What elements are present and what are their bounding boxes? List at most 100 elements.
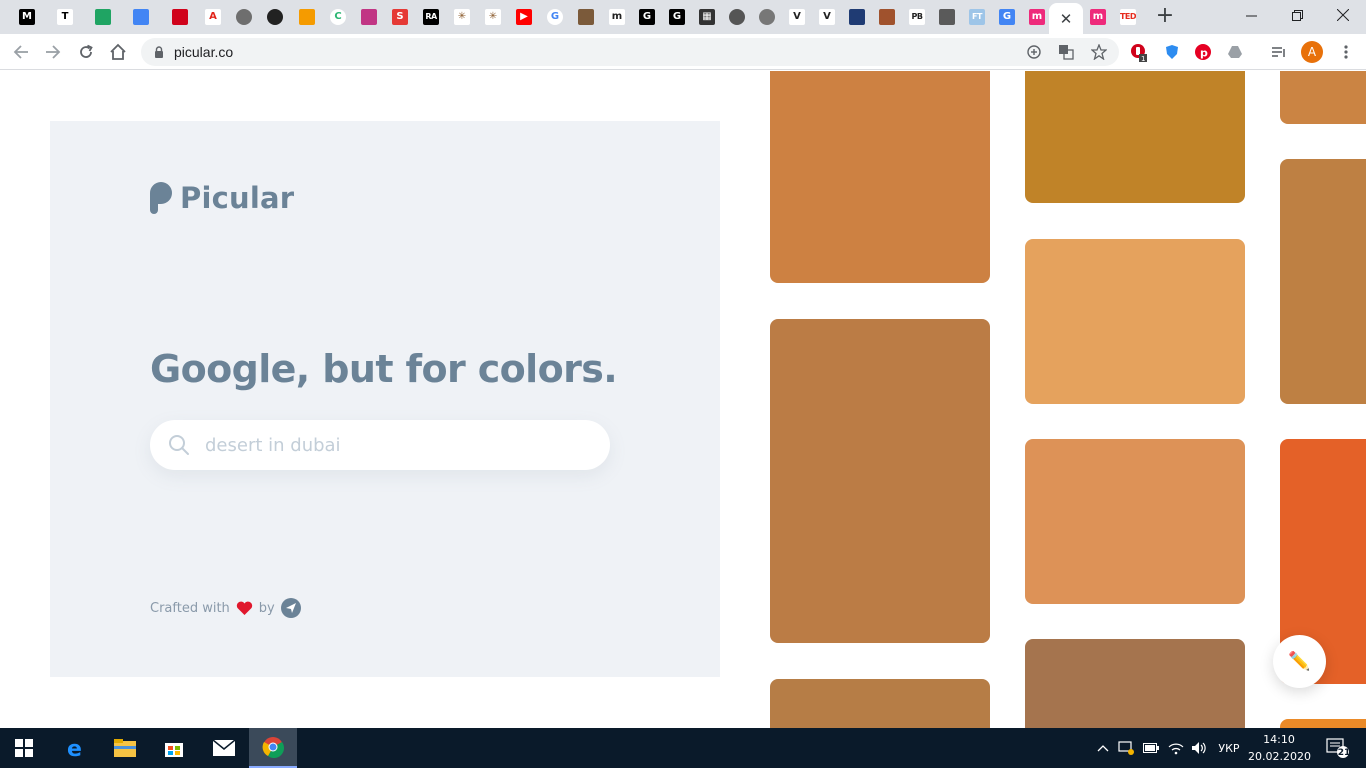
search-input[interactable] xyxy=(205,420,595,470)
pb-icon: PB xyxy=(909,9,925,25)
url-text[interactable]: picular.co xyxy=(174,44,233,60)
browser-tab[interactable]: ✳ xyxy=(448,3,476,31)
color-swatch[interactable] xyxy=(1025,639,1245,728)
browser-tab[interactable] xyxy=(293,3,321,31)
taskbar-edge[interactable]: e xyxy=(53,728,101,768)
browser-tab[interactable]: T xyxy=(51,3,79,31)
reading-list-button[interactable] xyxy=(1267,40,1291,64)
edit-fab-button[interactable]: ✏️ xyxy=(1273,635,1326,688)
browser-tab[interactable]: RA xyxy=(417,3,445,31)
reload-button[interactable] xyxy=(74,40,98,64)
picular-page: Picular Google, but for colors. Crafted … xyxy=(0,71,1366,728)
close-window-button[interactable] xyxy=(1320,0,1366,30)
start-button[interactable] xyxy=(0,728,48,768)
reload-icon xyxy=(80,44,93,58)
taskbar-store[interactable] xyxy=(150,728,198,768)
browser-tab[interactable] xyxy=(127,3,155,31)
home-button[interactable] xyxy=(106,40,130,64)
edge-icon: e xyxy=(67,737,82,759)
browser-tab[interactable]: G xyxy=(993,3,1021,31)
search-bar[interactable] xyxy=(150,420,610,470)
browser-tab[interactable] xyxy=(723,3,751,31)
minimize-button[interactable] xyxy=(1228,0,1274,30)
forward-button[interactable] xyxy=(41,40,65,64)
color-swatch[interactable] xyxy=(1280,71,1366,124)
browser-menu-button[interactable] xyxy=(1334,40,1358,64)
color-swatch[interactable] xyxy=(1280,159,1366,404)
restore-button[interactable] xyxy=(1274,0,1320,30)
browser-tab[interactable]: ✳ xyxy=(479,3,507,31)
browser-tab[interactable]: ▶ xyxy=(510,3,538,31)
action-center-button[interactable]: 21 xyxy=(1318,728,1358,768)
shield-extension[interactable] xyxy=(1160,40,1184,64)
color-swatch[interactable] xyxy=(1280,719,1366,728)
browser-tab[interactable]: ▦ xyxy=(693,3,721,31)
browser-tab[interactable]: TED xyxy=(1114,3,1142,31)
drive-extension[interactable] xyxy=(1223,40,1247,64)
crafted-credit: Crafted with by xyxy=(150,598,301,618)
add-to-page-icon[interactable] xyxy=(1027,45,1041,59)
color-swatch[interactable] xyxy=(1025,71,1245,203)
address-bar[interactable]: picular.co xyxy=(141,38,1119,66)
picture-icon xyxy=(578,9,594,25)
browser-tab[interactable] xyxy=(89,3,117,31)
profile-avatar[interactable]: A xyxy=(1300,40,1324,64)
adblock-extension[interactable]: 1 xyxy=(1127,40,1151,64)
taskbar-clock[interactable]: 14:10 20.02.2020 xyxy=(1248,731,1311,765)
google-drive-icon xyxy=(95,9,111,25)
browser-tab[interactable]: G xyxy=(663,3,691,31)
rocket-logo-icon[interactable] xyxy=(280,598,301,618)
photo-icon xyxy=(939,9,955,25)
browser-tab[interactable]: m xyxy=(1023,3,1051,31)
picular-logo[interactable]: Picular xyxy=(150,181,294,215)
color-swatch[interactable] xyxy=(770,679,990,728)
browser-tab[interactable]: M xyxy=(13,3,41,31)
playlist-icon xyxy=(1272,47,1285,57)
tray-wifi[interactable] xyxy=(1166,728,1186,768)
slides-icon: S xyxy=(392,9,408,25)
browser-tab[interactable]: C xyxy=(324,3,352,31)
adblock-icon: 1 xyxy=(1131,44,1147,62)
colorful-c-icon: C xyxy=(330,9,346,25)
tray-volume[interactable] xyxy=(1189,728,1209,768)
browser-tab[interactable] xyxy=(230,3,258,31)
taskbar-file-explorer[interactable] xyxy=(101,728,149,768)
browser-tab[interactable]: PB xyxy=(903,3,931,31)
show-hidden-icons-button[interactable] xyxy=(1094,728,1112,768)
bookmark-star-icon[interactable] xyxy=(1091,44,1107,60)
browser-tab[interactable] xyxy=(873,3,901,31)
tray-language[interactable]: УКР xyxy=(1213,728,1245,768)
browser-tab[interactable] xyxy=(355,3,383,31)
red-app-icon xyxy=(172,9,188,25)
taskbar-chrome[interactable] xyxy=(249,728,297,768)
browser-tab[interactable]: FT xyxy=(963,3,991,31)
color-swatch[interactable] xyxy=(1025,239,1245,404)
color-swatch[interactable] xyxy=(770,71,990,283)
color-swatch[interactable] xyxy=(770,319,990,643)
browser-tab[interactable]: G xyxy=(541,3,569,31)
browser-tab[interactable] xyxy=(753,3,781,31)
browser-tab[interactable] xyxy=(572,3,600,31)
browser-tab[interactable] xyxy=(166,3,194,31)
battery-icon xyxy=(1143,743,1159,753)
browser-tab[interactable]: V xyxy=(813,3,841,31)
new-tab-button[interactable]: + xyxy=(1153,5,1177,29)
back-button[interactable] xyxy=(9,40,33,64)
pinterest-extension[interactable]: p xyxy=(1191,40,1215,64)
close-tab-icon[interactable]: ✕ xyxy=(1060,10,1073,28)
browser-tab[interactable]: A xyxy=(199,3,227,31)
browser-tab[interactable]: S xyxy=(386,3,414,31)
browser-tab[interactable]: V xyxy=(783,3,811,31)
browser-tab[interactable] xyxy=(843,3,871,31)
tray-network-warning[interactable] xyxy=(1116,728,1136,768)
color-swatch[interactable] xyxy=(1025,439,1245,604)
taskbar-mail[interactable] xyxy=(200,728,248,768)
browser-tab[interactable]: ✕ xyxy=(1049,3,1083,34)
browser-tab[interactable]: m xyxy=(1084,3,1112,31)
translate-icon[interactable] xyxy=(1058,44,1074,60)
tray-battery[interactable] xyxy=(1141,728,1161,768)
browser-tab[interactable]: m xyxy=(603,3,631,31)
browser-tab[interactable] xyxy=(261,3,289,31)
browser-tab[interactable]: G xyxy=(633,3,661,31)
browser-tab[interactable] xyxy=(933,3,961,31)
